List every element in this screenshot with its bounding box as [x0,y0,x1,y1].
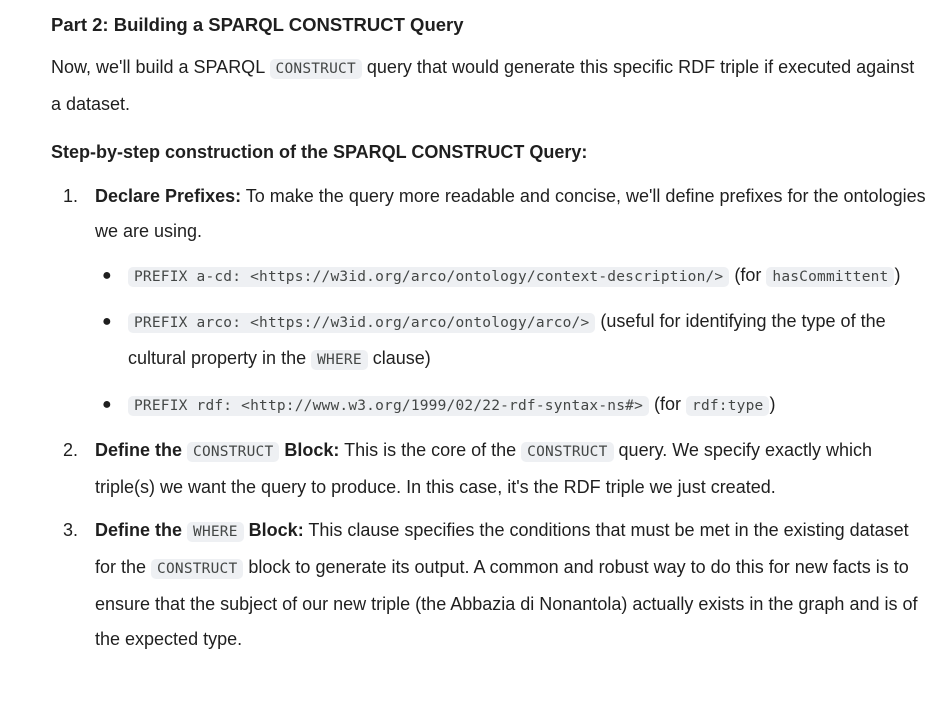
step-title: Define the CONSTRUCT Block: [95,440,340,462]
subheading: Step-by-step construction of the SPARQL … [51,142,588,162]
step-item: 3. Define the WHERE Block: This clause s… [51,513,929,657]
step-number: 2. [63,440,79,460]
inline-code: hasCommittent [766,267,895,287]
step-number: 3. [63,520,79,540]
prefix-code: PREFIX a-cd: <https://w3id.org/arco/onto… [128,267,730,287]
prefix-note-before: (for [649,394,687,414]
prefix-note-after: ) [769,394,776,414]
inline-code: CONSTRUCT [187,442,280,462]
step-text-before: This is the core of the [339,440,522,460]
prefix-list: ● PREFIX a-cd: <https://w3id.org/arco/on… [95,258,929,424]
prefix-code: PREFIX rdf: <http://www.w3.org/1999/02/2… [128,396,649,416]
steps-list: 1. Declare Prefixes: To make the query m… [51,179,929,657]
step-item: 2. Define the CONSTRUCT Block: This is t… [51,433,929,505]
prefix-note-after: ) [894,265,901,285]
inline-code: rdf:type [686,396,770,416]
prefix-item: ● PREFIX arco: <https://w3id.org/arco/on… [95,304,929,378]
section-heading: Part 2: Building a SPARQL CONSTRUCT Quer… [51,14,464,35]
step-title: Define the WHERE Block: [95,520,304,542]
prefix-note-before: (for [729,265,767,285]
inline-code: CONSTRUCT [269,59,362,79]
step-title-after: Block: [279,440,340,460]
inline-code: CONSTRUCT [151,559,244,579]
intro-paragraph: Now, we'll build a SPARQL CONSTRUCT quer… [51,50,929,122]
intro-text-before: Now, we'll build a SPARQL [51,57,270,77]
prefix-item: ● PREFIX rdf: <http://www.w3.org/1999/02… [95,387,929,424]
step-title-after: Block: [243,520,304,540]
document-page: Part 2: Building a SPARQL CONSTRUCT Quer… [0,0,939,704]
inline-code: CONSTRUCT [521,442,614,462]
step-item: 1. Declare Prefixes: To make the query m… [51,179,929,424]
step-number: 1. [63,186,79,206]
inline-code: WHERE [311,350,368,370]
bullet-icon: ● [102,313,112,330]
prefix-code: PREFIX arco: <https://w3id.org/arco/onto… [128,313,596,333]
prefix-item: ● PREFIX a-cd: <https://w3id.org/arco/on… [95,258,929,295]
prefix-note-after: clause) [367,348,431,368]
inline-code: WHERE [187,522,244,542]
bullet-icon: ● [102,396,112,413]
step-title-before: Define the [95,520,188,540]
step-title-before: Define the [95,440,188,460]
bullet-icon: ● [102,267,112,284]
step-title: Declare Prefixes: [95,186,242,206]
